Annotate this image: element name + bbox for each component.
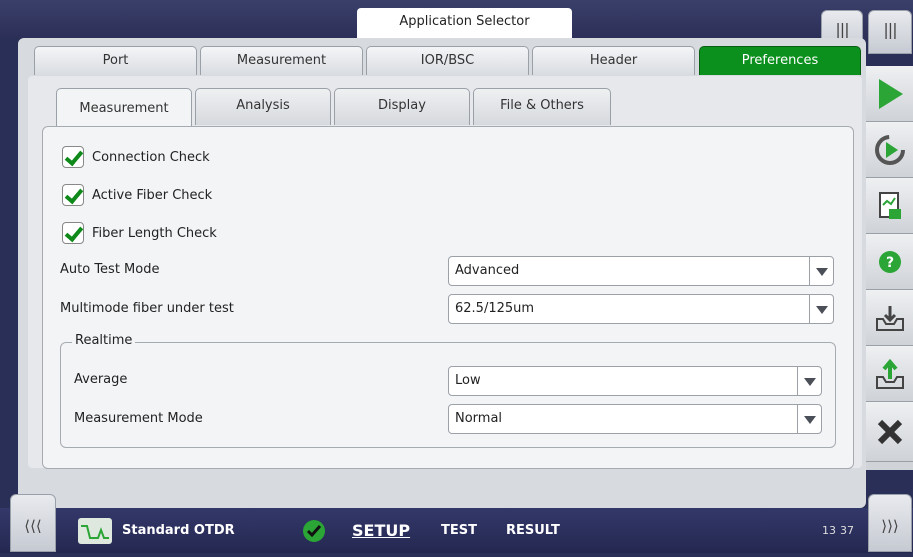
save-icon — [875, 358, 904, 389]
measurement-mode-label: Measurement Mode — [74, 411, 203, 426]
auto-test-mode-label: Auto Test Mode — [60, 262, 160, 277]
start-button[interactable] — [866, 66, 913, 122]
checkmark-icon[interactable] — [62, 146, 84, 168]
dropdown-arrow-icon[interactable] — [809, 295, 833, 323]
close-icon — [877, 419, 902, 444]
average-dropdown[interactable]: Low — [448, 366, 822, 396]
report-button[interactable] — [866, 178, 913, 234]
subtab-measurement[interactable]: Measurement — [56, 88, 192, 127]
top-handle-right[interactable]: ||| — [868, 10, 912, 54]
checkmark-icon[interactable] — [62, 184, 84, 206]
save-button[interactable] — [866, 346, 913, 402]
clock-hours: 13 — [822, 524, 836, 537]
realtime-group-title: Realtime — [72, 333, 136, 348]
dropdown-arrow-icon[interactable] — [797, 367, 821, 395]
tab-header[interactable]: Header — [532, 46, 695, 75]
subtab-file-others[interactable]: File & Others — [473, 88, 611, 125]
measurement-mode-value: Normal — [455, 411, 503, 426]
subtab-analysis[interactable]: Analysis — [195, 88, 331, 125]
help-button[interactable]: ? — [866, 234, 913, 290]
auto-test-mode-dropdown[interactable]: Advanced — [448, 256, 834, 286]
connection-check-label: Connection Check — [92, 149, 210, 165]
bottom-bar: Standard OTDR SETUP TEST RESULT 13 37 — [0, 508, 913, 553]
tab-ior-bsc[interactable]: IOR/BSC — [366, 46, 529, 75]
checkmark-icon[interactable] — [62, 222, 84, 244]
fiber-length-check-checkbox[interactable]: Fiber Length Check — [62, 221, 217, 245]
close-button[interactable] — [866, 402, 913, 462]
help-icon: ? — [878, 250, 901, 273]
test-link[interactable]: TEST — [441, 508, 477, 553]
fiber-length-check-label: Fiber Length Check — [92, 225, 217, 241]
status-ok-icon — [303, 520, 325, 542]
clock-minutes: 37 — [840, 524, 854, 537]
result-link[interactable]: RESULT — [506, 508, 560, 553]
play-icon — [878, 78, 903, 109]
left-panel-handle[interactable]: ⟨⟨⟨ — [10, 494, 56, 552]
dropdown-arrow-icon[interactable] — [809, 257, 833, 285]
load-icon — [875, 305, 904, 331]
tab-measurement[interactable]: Measurement — [200, 46, 363, 75]
refresh-play-icon — [874, 134, 905, 165]
right-toolbar: ? — [866, 66, 913, 470]
tab-port[interactable]: Port — [34, 46, 197, 75]
dropdown-arrow-icon[interactable] — [797, 405, 821, 433]
average-value: Low — [455, 373, 481, 388]
active-fiber-check-checkbox[interactable]: Active Fiber Check — [62, 183, 212, 207]
active-fiber-check-label: Active Fiber Check — [92, 187, 213, 203]
svg-text:?: ? — [885, 255, 893, 271]
main-tab-bar: Port Measurement IOR/BSC Header Preferen… — [34, 46, 864, 76]
measurement-mode-dropdown[interactable]: Normal — [448, 404, 822, 434]
subtab-display[interactable]: Display — [334, 88, 470, 125]
connection-check-checkbox[interactable]: Connection Check — [62, 145, 210, 169]
app-name: Standard OTDR — [122, 523, 235, 538]
right-panel-handle[interactable]: ⟩⟩⟩ — [868, 494, 912, 552]
otdr-app-icon — [78, 518, 112, 544]
load-button[interactable] — [866, 290, 913, 346]
tab-preferences[interactable]: Preferences — [699, 46, 861, 75]
average-label: Average — [74, 372, 128, 387]
setup-link[interactable]: SETUP — [352, 508, 410, 553]
multimode-fiber-dropdown[interactable]: 62.5/125um — [448, 294, 834, 324]
report-icon — [878, 191, 901, 219]
realtime-button[interactable] — [866, 122, 913, 178]
auto-test-mode-value: Advanced — [455, 263, 520, 278]
application-selector-tab[interactable]: Application Selector — [357, 8, 572, 38]
multimode-fiber-label: Multimode fiber under test — [60, 301, 234, 316]
multimode-fiber-value: 62.5/125um — [455, 301, 535, 316]
